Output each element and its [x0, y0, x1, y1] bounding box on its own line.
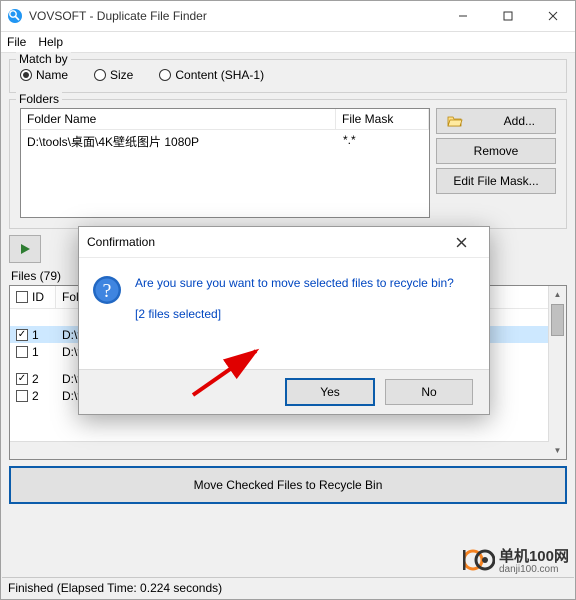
matchby-legend: Match by	[16, 52, 71, 66]
header-checkbox[interactable]	[16, 291, 28, 303]
watermark-logo-icon	[463, 546, 495, 574]
radio-size-circle	[94, 69, 106, 81]
folders-row[interactable]: D:\tools\桌面\4K壁纸图片 1080P *.*	[21, 130, 429, 153]
close-button[interactable]	[530, 1, 575, 31]
row-checkbox[interactable]: ✓	[16, 373, 28, 385]
radio-content-label: Content (SHA-1)	[175, 68, 264, 82]
window-title: VOVSOFT - Duplicate File Finder	[29, 9, 440, 23]
dialog-no-label: No	[421, 385, 436, 399]
scroll-thumb[interactable]	[551, 304, 564, 336]
question-icon: ?	[91, 274, 123, 306]
watermark: 单机100网 danji100.com	[463, 545, 569, 575]
dialog-titlebar: Confirmation	[79, 227, 489, 258]
dialog-title: Confirmation	[87, 235, 441, 249]
radio-content[interactable]: Content (SHA-1)	[159, 68, 264, 82]
menu-file[interactable]: File	[7, 35, 26, 49]
maximize-button[interactable]	[485, 1, 530, 31]
edit-mask-label: Edit File Mask...	[453, 174, 538, 188]
minimize-button[interactable]	[440, 1, 485, 31]
add-folder-label: Add...	[504, 114, 535, 128]
folders-table[interactable]: Folder Name File Mask D:\tools\桌面\4K壁纸图片…	[20, 108, 430, 218]
radio-name[interactable]: Name	[20, 68, 68, 82]
folders-row-mask: *.*	[337, 130, 429, 153]
files-col-id[interactable]: ID	[10, 286, 56, 308]
folders-header: Folder Name File Mask	[21, 109, 429, 130]
folders-col-mask[interactable]: File Mask	[336, 109, 429, 129]
folders-group: Folders Folder Name File Mask D:\tools\桌…	[9, 99, 567, 229]
status-bar: Finished (Elapsed Time: 0.224 seconds)	[2, 577, 574, 598]
move-to-recycle-label: Move Checked Files to Recycle Bin	[194, 478, 383, 492]
folders-row-name: D:\tools\桌面\4K壁纸图片 1080P	[21, 130, 337, 153]
dialog-line1: Are you sure you want to move selected f…	[135, 274, 454, 293]
menu-help[interactable]: Help	[38, 35, 63, 49]
files-horizontal-scrollbar[interactable]	[10, 441, 549, 459]
status-text: Finished (Elapsed Time: 0.224 seconds)	[8, 581, 222, 595]
titlebar: VOVSOFT - Duplicate File Finder	[1, 1, 575, 32]
remove-folder-button[interactable]: Remove	[436, 138, 556, 164]
dialog-message: Are you sure you want to move selected f…	[135, 274, 454, 324]
row-id: 2	[32, 372, 39, 386]
folder-open-icon	[447, 114, 463, 128]
row-id: 1	[32, 345, 39, 359]
edit-mask-button[interactable]: Edit File Mask...	[436, 168, 556, 194]
row-checkbox[interactable]: ✓	[16, 329, 28, 341]
add-folder-button[interactable]: Add...	[436, 108, 556, 134]
dialog-close-button[interactable]	[441, 228, 481, 256]
close-icon	[456, 237, 467, 248]
row-checkbox[interactable]	[16, 390, 28, 402]
folders-col-name[interactable]: Folder Name	[21, 109, 336, 129]
move-to-recycle-button[interactable]: Move Checked Files to Recycle Bin	[9, 466, 567, 504]
dialog-no-button[interactable]: No	[385, 379, 473, 405]
radio-content-circle	[159, 69, 171, 81]
radio-size-label: Size	[110, 68, 133, 82]
svg-text:?: ?	[103, 280, 112, 302]
dialog-yes-label: Yes	[320, 385, 340, 399]
row-id: 2	[32, 389, 39, 403]
watermark-name: 单机100网	[499, 545, 569, 566]
scroll-down-icon[interactable]: ▼	[549, 442, 566, 459]
play-icon	[18, 242, 32, 256]
row-checkbox[interactable]	[16, 346, 28, 358]
folders-legend: Folders	[16, 92, 62, 106]
scroll-up-icon[interactable]: ▲	[549, 286, 566, 303]
run-scan-button[interactable]	[9, 235, 41, 263]
radio-name-label: Name	[36, 68, 68, 82]
main-window: VOVSOFT - Duplicate File Finder File Hel…	[0, 0, 576, 600]
menubar: File Help	[1, 32, 575, 53]
remove-folder-label: Remove	[474, 144, 519, 158]
dialog-line2: [2 files selected]	[135, 305, 454, 324]
row-id: 1	[32, 328, 39, 342]
dialog-yes-button[interactable]: Yes	[285, 378, 375, 406]
app-icon	[7, 8, 23, 24]
matchby-group: Match by Name Size Content (SHA-1)	[9, 59, 567, 93]
radio-size[interactable]: Size	[94, 68, 133, 82]
files-vertical-scrollbar[interactable]: ▲ ▼	[548, 286, 566, 459]
confirmation-dialog: Confirmation ? Are you sure you want to …	[78, 226, 490, 415]
radio-name-circle	[20, 69, 32, 81]
